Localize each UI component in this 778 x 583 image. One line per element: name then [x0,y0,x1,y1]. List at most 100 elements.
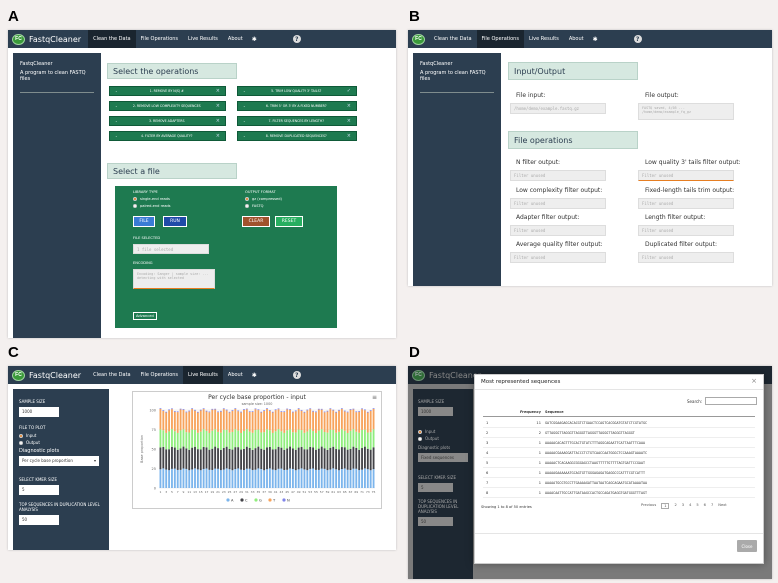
radio-output[interactable]: Output [19,440,40,445]
gear-icon[interactable]: ✱ [252,36,257,43]
col-sequence[interactable]: Sequence [545,410,755,414]
duplicated-filter-field[interactable]: Filter unused [638,252,734,263]
close-icon[interactable]: × [347,118,351,124]
radio-single[interactable]: single-end reads [133,197,170,201]
close-icon[interactable]: × [216,103,220,109]
legend-label[interactable]: N [287,498,290,502]
radio-gz[interactable]: gz (compressed) [245,197,282,201]
legend-marker[interactable] [240,498,244,502]
nav-file-operations[interactable]: File Operations [136,366,183,384]
radio-icon[interactable] [19,441,23,445]
page-5[interactable]: 5 [696,503,698,509]
legend-marker[interactable] [268,498,272,502]
low-quality-tails-field[interactable]: Filter unused [638,170,734,181]
nav-live-results[interactable]: Live Results [183,30,223,48]
op-button-3[interactable]: ⌄ 3. REMOVE ADAPTERS × [109,116,226,126]
op-button-8[interactable]: ⌄ 8. REMOVE DUPLICATED SEQUENCES? × [237,131,357,141]
fixed-length-field[interactable]: Filter unused [638,198,734,209]
page-2[interactable]: 2 [674,503,676,509]
kmer-input[interactable]: 5 [19,485,59,495]
op-button-4[interactable]: ⌄ 4. FILTER BY AVERAGE QUALITY? × [109,131,226,141]
legend-label[interactable]: C [245,498,248,502]
close-icon[interactable]: × [347,103,351,109]
close-button[interactable]: Close [737,540,757,552]
col-frequency[interactable]: Frequency [519,410,545,414]
op-button-1[interactable]: ⌄ 1. REMOVE BY N(S) # × [109,86,226,96]
nav-about[interactable]: About [564,30,589,48]
close-icon[interactable]: × [216,88,220,94]
table-row[interactable]: 5 1 AAAAACTCACAAGGCGGGAGCCTAAGTTTTTGTTTTAG… [483,458,755,468]
top-seq-input[interactable]: 50 [19,515,59,525]
help-icon[interactable]: ? [633,35,642,43]
adapter-filter-field[interactable]: Filter unused [510,225,606,236]
nav-live-results[interactable]: Live Results [524,30,564,48]
close-icon[interactable]: × [751,377,757,385]
radio-icon[interactable] [245,204,249,208]
nav-file-operations[interactable]: File Operations [136,30,183,48]
page-1[interactable]: 1 [661,503,670,509]
page-6[interactable]: 6 [704,503,706,509]
radio-icon[interactable] [245,197,249,201]
op-button-7[interactable]: ⌄ 7. FILTER SEQUENCES BY LENGTH? × [237,116,357,126]
op-button-5[interactable]: ⌄ 5. TRIM LOW QUALITY 3' TAILS? ✓ [237,86,357,96]
table-row[interactable]: 7 1 AAAAATGCGTGCCTTGAAAAGATTAATAATCAGCAGAA… [483,478,755,488]
clear-button[interactable]: CLEAR [242,216,270,227]
pagination-previous[interactable]: Previous [641,503,656,509]
radio-icon[interactable] [133,204,137,208]
app-brand[interactable]: FastqCleaner [29,35,81,44]
search-input[interactable] [705,397,757,405]
page-7[interactable]: 7 [711,503,713,509]
table-row[interactable]: 3 1 AAAAACACAGTTTGCACTGTATCTTTAGGCAGAATTCA… [483,438,755,448]
radio-icon[interactable] [19,434,23,438]
n-filter-field[interactable]: Filter unused [510,170,606,181]
pagination-next[interactable]: Next [718,503,726,509]
page-3[interactable]: 3 [682,503,684,509]
close-icon[interactable]: × [347,133,351,139]
help-icon[interactable]: ? [292,371,301,379]
nav-clean-data[interactable]: Clean the Data [88,366,136,384]
run-button[interactable]: RUN [163,216,187,227]
nav-clean-data[interactable]: Clean the Data [429,30,477,48]
table-row[interactable]: 6 1 AAAAAGAAAAAATGCAGTGTTGGGAGAGATGAGGCCCA… [483,468,755,478]
op-button-2[interactable]: ⌄ 2. REMOVE LOW COMPLEXITY SEQUENCES × [109,101,226,111]
legend-marker[interactable] [226,498,230,502]
length-filter-field[interactable]: Filter unused [638,225,734,236]
radio-fastq[interactable]: FASTQ [245,204,264,208]
sample-size-input[interactable]: 1000 [19,407,59,417]
low-complexity-field[interactable]: Filter unused [510,198,606,209]
file-button[interactable]: FILE [133,216,155,227]
encoding-field[interactable]: Encoding: Sanger | sample size: ... dete… [133,269,215,289]
table-row[interactable]: 4 1 AAAAACGAAAGGATTACCCTCTGTCAACCAATGGGCTC… [483,448,755,458]
radio-icon[interactable] [133,197,137,201]
file-output-field[interactable]: FASTQ saved, 4/05 ... /home/demo/example… [638,103,734,120]
diag-plot-select[interactable]: Per cycle base proportion ▾ [19,456,99,466]
file-input-field[interactable]: /home/demo/example.fastq.gz [510,103,606,114]
gear-icon[interactable]: ✱ [252,372,257,379]
radio-paired[interactable]: paired-end reads [133,204,171,208]
table-row[interactable]: 2 2 GTTAGGGTTAGGGTTAGGGTTAGGGTTAGGGTTAGGGT… [483,428,755,438]
legend-marker[interactable] [254,498,258,502]
advanced-button[interactable]: Advanced [133,312,157,320]
nav-about[interactable]: About [223,366,248,384]
app-brand[interactable]: FastqCleaner [29,371,81,380]
check-icon[interactable]: ✓ [347,88,351,94]
reset-button[interactable]: RESET [275,216,303,227]
nav-clean-data[interactable]: Clean the Data [88,30,136,48]
radio-input[interactable]: Input [19,433,36,438]
gear-icon[interactable]: ✱ [593,36,598,43]
file-selected-field[interactable]: 1 file selected [133,244,209,254]
help-icon[interactable]: ? [292,35,301,43]
legend-label[interactable]: A [231,498,234,502]
legend-label[interactable]: T [272,498,276,502]
nav-live-results[interactable]: Live Results [183,366,223,384]
nav-about[interactable]: About [223,30,248,48]
legend-label[interactable]: G [259,498,262,502]
table-row[interactable]: 1 11 GATCGGAAGAGCACACGTCTGAACTCCAGTCACGGAT… [483,418,755,428]
close-icon[interactable]: × [216,118,220,124]
avg-quality-field[interactable]: Filter unused [510,252,606,263]
op-button-6[interactable]: ⌄ 6. TRIM 5' OR 3' BY A FIXED NUMBER? × [237,101,357,111]
nav-file-operations[interactable]: File Operations [476,30,524,48]
page-4[interactable]: 4 [689,503,691,509]
table-row[interactable]: 8 1 AAAACAATTGCCATTGATAAGCCACTGCCAGATGAGGT… [483,488,755,498]
close-icon[interactable]: × [216,133,220,139]
